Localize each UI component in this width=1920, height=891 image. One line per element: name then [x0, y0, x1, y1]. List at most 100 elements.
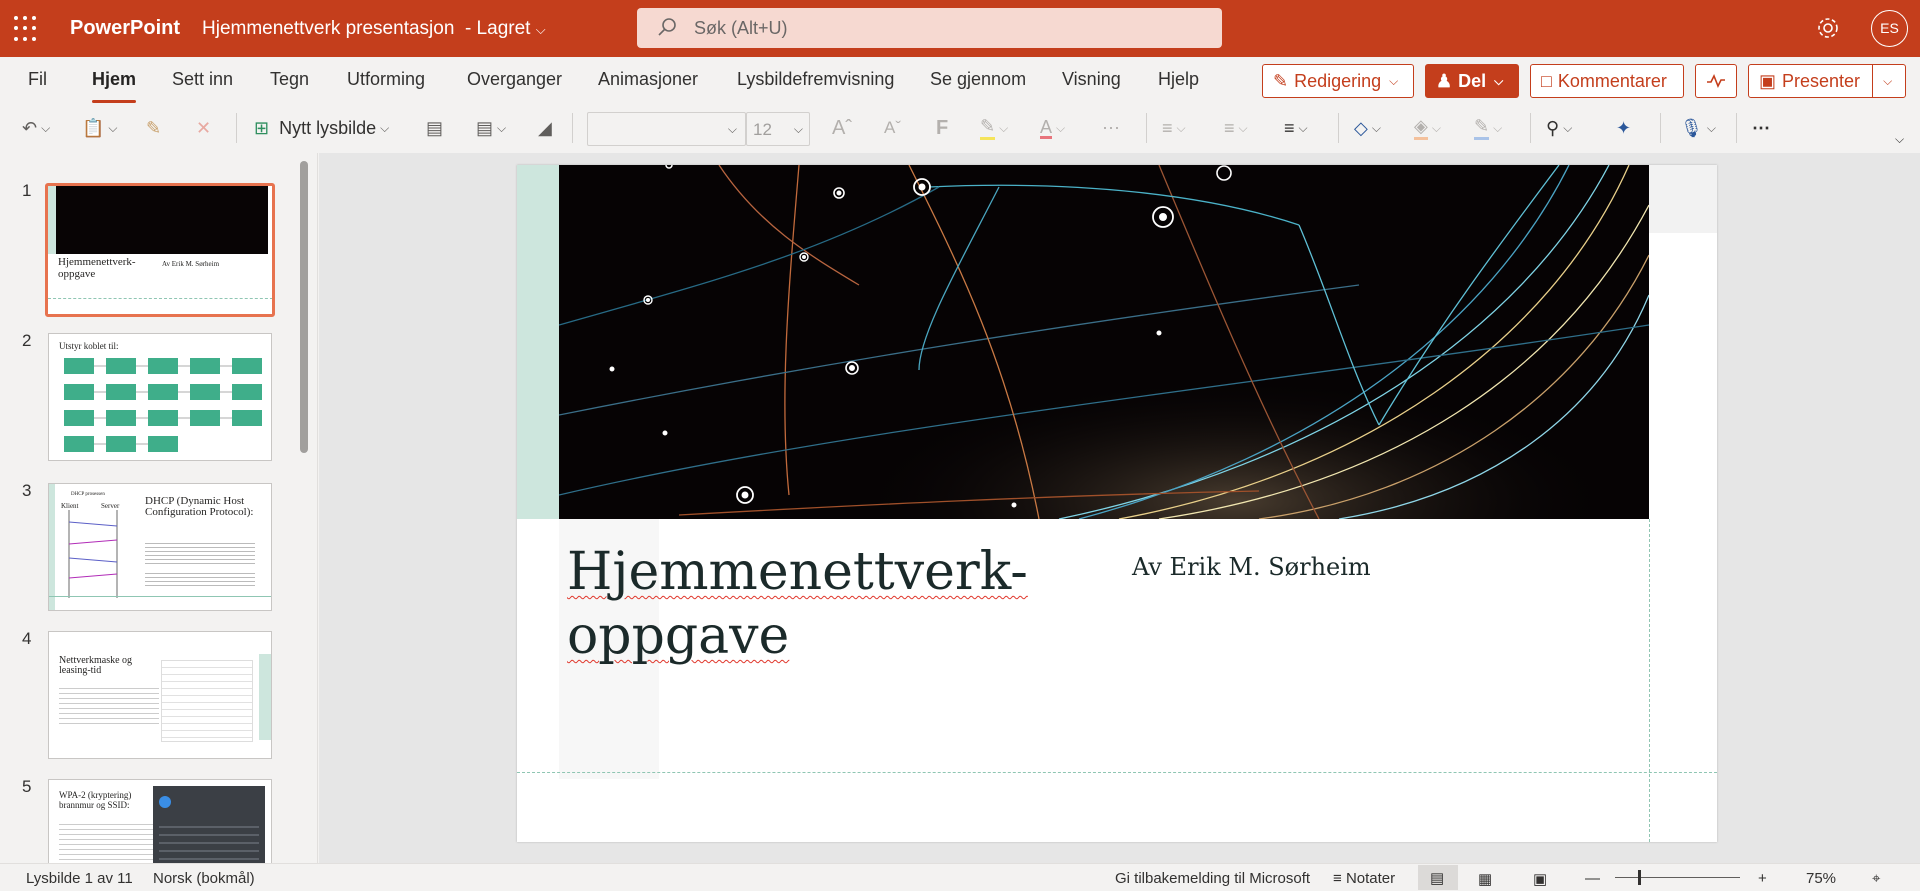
shape-fill-button[interactable]: ◈ ⌵ [1414, 114, 1441, 142]
shapes-icon: ◇ [1354, 117, 1368, 138]
slide-thumbnail-5[interactable]: WPA-2 (kryptering) brannmur og SSID: [48, 779, 272, 863]
fit-to-window-button[interactable]: ⌖ [1872, 870, 1880, 887]
search-box[interactable]: Søk (Alt+U) [637, 8, 1222, 48]
current-slide[interactable]: Hjemmenettverk- oppgave Av Erik M. Sørhe… [517, 165, 1717, 842]
zoom-slider-thumb[interactable] [1638, 870, 1641, 885]
bold-button[interactable]: F [936, 114, 948, 142]
document-title[interactable]: Hjemmenettverk presentasjon [202, 18, 454, 39]
tab-draw[interactable]: Tegn [270, 69, 309, 90]
thumb-accent [49, 484, 55, 610]
tab-insert[interactable]: Sett inn [172, 69, 233, 90]
chevron-down-icon[interactable]: ⌵ [536, 22, 546, 37]
thumb-body-text [59, 820, 155, 863]
tab-transitions[interactable]: Overganger [467, 69, 562, 90]
language-indicator[interactable]: Norsk (bokmål) [153, 870, 255, 887]
save-status: - Lagret [464, 18, 531, 39]
search-icon: ⚲ [1546, 117, 1560, 138]
dictate-button[interactable]: 🎙 ⌵ [1680, 114, 1716, 142]
slide-thumbnail-2[interactable]: Utstyr koblet til: [48, 333, 272, 461]
chevron-down-icon[interactable]: ⌵ [1883, 74, 1892, 89]
decrease-font-button[interactable]: Aˇ [884, 114, 901, 142]
thumbnail-scrollbar[interactable] [300, 161, 308, 453]
toolbar-divider [1338, 113, 1339, 143]
slide-thumbnail-4[interactable]: Nettverkmaske og leasing-tid [48, 631, 272, 759]
reading-view-button[interactable]: ▣ [1533, 870, 1547, 888]
normal-view-button[interactable]: ▤ [1418, 865, 1458, 890]
toolbar-divider [1530, 113, 1531, 143]
zoom-slider[interactable] [1615, 870, 1740, 885]
present-button[interactable]: ▣ Presenter ⌵ [1748, 64, 1906, 98]
slide-canvas: Hjemmenettverk- oppgave Av Erik M. Sørhe… [319, 153, 1920, 863]
notes-label: Notater [1345, 870, 1396, 887]
thumb-settings-screenshot [161, 660, 253, 742]
share-button[interactable]: ♟ Del ⌵ [1425, 64, 1519, 98]
font-size-combobox[interactable]: 12 ⌵ [746, 112, 810, 146]
layout-button[interactable]: ▤ ⌵ [476, 114, 506, 142]
slide-sorter-button[interactable]: ▦ [1478, 870, 1492, 888]
bold-icon: F [936, 116, 949, 139]
font-color-button[interactable]: A ⌵ [1040, 114, 1065, 142]
designer-button[interactable]: ✦ [1616, 114, 1631, 142]
align-button[interactable]: ≡ ⌵ [1284, 114, 1308, 142]
chevron-down-icon: ⌵ [1056, 120, 1066, 135]
slide-title[interactable]: Hjemmenettverk- oppgave [567, 540, 1028, 668]
zoom-level[interactable]: 75% [1806, 870, 1836, 887]
toolbar-divider [1736, 113, 1737, 143]
tab-design[interactable]: Utforming [347, 69, 425, 90]
bullets-button[interactable]: ≡ ⌵ [1162, 114, 1186, 142]
highlight-button[interactable]: ✎ ⌵ [980, 114, 1008, 142]
slide-thumbnail-panel: 1 Hjemmenettverk- oppgave Av Erik M. Sør… [0, 153, 318, 863]
numbering-button[interactable]: ≡ ⌵ [1224, 114, 1248, 142]
more-font-options-button[interactable]: ⋯ [1102, 114, 1120, 142]
feedback-link[interactable]: Gi tilbakemelding til Microsoft [1115, 870, 1310, 887]
chevron-down-icon: ⌵ [41, 120, 51, 135]
zoom-out-button[interactable]: — [1585, 870, 1600, 887]
tab-file[interactable]: Fil [28, 69, 47, 90]
person-icon: ♟ [1436, 70, 1453, 91]
tab-review[interactable]: Se gjennom [930, 69, 1026, 90]
tab-animations[interactable]: Animasjoner [598, 69, 698, 90]
thumb-guide [48, 298, 272, 299]
chevron-down-icon: ⌵ [380, 120, 390, 135]
slide-thumbnail-1[interactable]: Hjemmenettverk- oppgave Av Erik M. Sørhe… [45, 183, 275, 317]
align-icon: ≡ [1284, 117, 1295, 138]
collapse-ribbon-icon[interactable]: ⌵ [1895, 132, 1904, 147]
chevron-down-icon: ⌵ [1371, 120, 1381, 135]
ribbon-tabs: Fil Hjem Sett inn Tegn Utforming Overgan… [0, 57, 1920, 103]
avatar[interactable]: ES [1871, 10, 1908, 47]
notes-button[interactable]: ≡ Notater [1333, 870, 1395, 887]
app-launcher-icon[interactable] [14, 16, 40, 42]
paste-button[interactable]: 📋 ⌵ [82, 114, 118, 142]
format-painter-button[interactable]: ✎ [146, 114, 161, 142]
zoom-in-button[interactable]: + [1758, 870, 1767, 887]
new-slide-label: Nytt lysbilde [279, 117, 377, 138]
tab-slideshow[interactable]: Lysbildefremvisning [737, 69, 894, 90]
font-name-combobox[interactable]: ⌵ [587, 112, 746, 146]
chevron-down-icon: ⌵ [1563, 120, 1573, 135]
tab-home[interactable]: Hjem [92, 69, 137, 103]
shapes-button[interactable]: ◇ ⌵ [1354, 114, 1381, 142]
new-slide-button[interactable]: ⊞ Nytt lysbilde ⌵ [254, 114, 389, 142]
more-options-button[interactable]: ⋯ [1752, 114, 1770, 142]
undo-button[interactable]: ↶ ⌵ [22, 114, 50, 142]
tab-help[interactable]: Hjelp [1158, 69, 1199, 90]
slide-subtitle[interactable]: Av Erik M. Sørheim [1132, 553, 1371, 581]
tab-view[interactable]: Visning [1062, 69, 1121, 90]
comments-button[interactable]: □ Kommentarer [1530, 64, 1684, 98]
document-name[interactable]: Hjemmenettverk presentasjon - Lagret ⌵ [202, 18, 546, 40]
activity-button[interactable] [1695, 64, 1737, 98]
app-name[interactable]: PowerPoint [70, 17, 180, 40]
microphone-icon: 🎙 [1680, 117, 1703, 138]
editing-mode-button[interactable]: ✎ Redigering ⌵ [1262, 64, 1414, 98]
numbering-icon: ≡ [1224, 117, 1235, 138]
shape-outline-button[interactable]: ✎ ⌵ [1474, 114, 1502, 142]
delete-button[interactable]: ✕ [196, 114, 211, 142]
search-placeholder[interactable]: Søk (Alt+U) [694, 18, 788, 39]
increase-font-button[interactable]: Aˆ [832, 114, 852, 142]
slide-thumbnail-3[interactable]: DHCP prosessen Klient Server DHCP (Dynam… [48, 483, 272, 611]
editing-label: Redigering [1294, 70, 1382, 91]
gear-icon[interactable] [1815, 15, 1841, 41]
format-background-button[interactable]: ◢ [538, 114, 552, 142]
reuse-slides-button[interactable]: ▤ [426, 114, 443, 142]
find-button[interactable]: ⚲ ⌵ [1546, 114, 1572, 142]
